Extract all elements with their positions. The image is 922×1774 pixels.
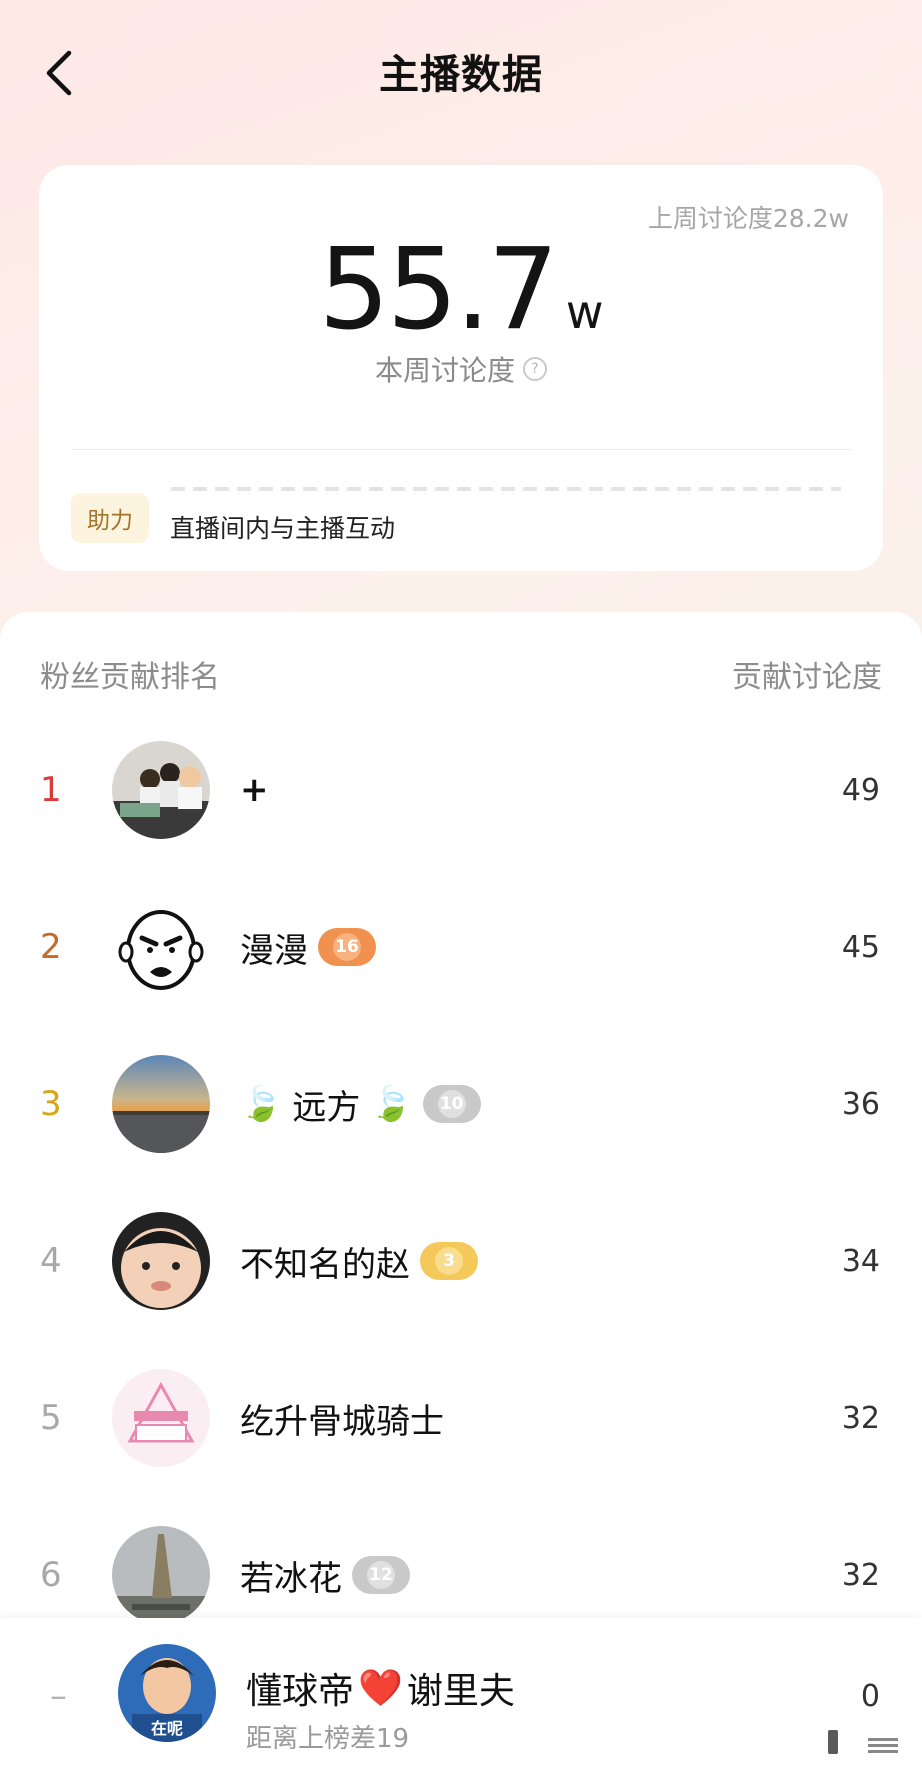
rank-number: 5 bbox=[40, 1398, 62, 1438]
avatar[interactable] bbox=[112, 1369, 210, 1467]
my-avatar[interactable]: 在呢 bbox=[118, 1644, 216, 1742]
avatar[interactable] bbox=[112, 741, 210, 839]
leaf-icon: 🍃 bbox=[240, 1084, 283, 1124]
fan-name-text: 远方 bbox=[292, 1087, 361, 1128]
fan-name: 不知名的赵 3 bbox=[240, 1201, 478, 1321]
fan-name: 纥升骨城骑士 bbox=[240, 1358, 444, 1478]
ranking-row[interactable]: 1 + 49 bbox=[0, 730, 922, 850]
ranking-row[interactable]: 2 漫漫 16 45 bbox=[0, 887, 922, 1007]
rank-number: 3 bbox=[40, 1084, 62, 1124]
divider bbox=[71, 449, 851, 450]
rank-number: 1 bbox=[40, 770, 62, 810]
discussion-unit: w bbox=[565, 285, 604, 339]
contribution-value: 34 bbox=[841, 1243, 880, 1279]
avatar-caption: 在呢 bbox=[151, 1719, 183, 1738]
contribution-value: 36 bbox=[841, 1086, 880, 1122]
scrolling-text-fragment bbox=[171, 487, 841, 491]
fan-name-text: 纥升骨城骑士 bbox=[240, 1401, 444, 1442]
my-rank: – bbox=[50, 1676, 67, 1716]
fan-name: + bbox=[240, 730, 269, 850]
my-name-part: 懂球帝 bbox=[246, 1671, 355, 1712]
rank-number: 4 bbox=[40, 1241, 62, 1281]
contribution-value: 45 bbox=[841, 929, 880, 965]
discussion-value: 55.7 bbox=[318, 225, 559, 355]
this-week-label: 本周讨论度 bbox=[374, 354, 515, 387]
fan-name-text: 若冰花 bbox=[240, 1558, 342, 1599]
gap-to-rank: 距离上榜差19 bbox=[246, 1724, 410, 1754]
this-week-label-wrap: 本周讨论度 ? bbox=[39, 349, 883, 389]
heart-icon: ❤️ bbox=[358, 1668, 403, 1709]
summary-card: 上周讨论度28.2w 55.7 w 本周讨论度 ? 助力 直播间内与主播互动 bbox=[39, 165, 883, 571]
rank-number: 2 bbox=[40, 927, 62, 967]
fan-name: 🍃 远方 🍃 10 bbox=[240, 1044, 481, 1164]
leaf-icon: 🍃 bbox=[370, 1084, 413, 1124]
my-name-part: 谢里夫 bbox=[406, 1671, 515, 1712]
ranking-row[interactable]: 4 不知名的赵 3 34 bbox=[0, 1201, 922, 1321]
level-number: 10 bbox=[437, 1090, 466, 1118]
ranking-row[interactable]: 3 🍃 远方 🍃 10 36 bbox=[0, 1044, 922, 1164]
level-badge: 3 bbox=[420, 1242, 478, 1280]
fan-name-text: 不知名的赵 bbox=[240, 1244, 410, 1285]
watermark-icon bbox=[828, 1728, 898, 1762]
boost-tag: 助力 bbox=[71, 493, 149, 543]
fan-ranking-panel: 粉丝贡献排名 贡献讨论度 1 + 49 2 漫漫 16 45 3 🍃 远方 🍃 … bbox=[0, 612, 922, 1774]
fan-name-text: 漫漫 bbox=[240, 930, 308, 971]
boost-tip: 直播间内与主播互动 bbox=[170, 514, 396, 543]
ranking-header-right: 贡献讨论度 bbox=[732, 660, 882, 695]
contribution-value: 32 bbox=[841, 1557, 880, 1593]
avatar[interactable] bbox=[112, 898, 210, 996]
ranking-row[interactable]: 5 纥升骨城骑士 32 bbox=[0, 1358, 922, 1478]
rank-number: 6 bbox=[40, 1555, 62, 1595]
header: 主播数据 bbox=[0, 0, 922, 140]
level-badge: 10 bbox=[422, 1085, 481, 1123]
fan-name-text: + bbox=[240, 770, 269, 810]
level-number: 16 bbox=[333, 933, 361, 961]
level-number: 3 bbox=[435, 1247, 463, 1275]
level-badge: 12 bbox=[352, 1556, 410, 1594]
contribution-value: 32 bbox=[841, 1400, 880, 1436]
my-name: 懂球帝 ❤️ 谢里夫 bbox=[246, 1662, 515, 1714]
page-title: 主播数据 bbox=[379, 52, 543, 98]
avatar[interactable] bbox=[112, 1212, 210, 1310]
level-badge: 16 bbox=[318, 928, 376, 966]
avatar[interactable] bbox=[112, 1526, 210, 1624]
ranking-row[interactable]: 6 若冰花 12 32 bbox=[0, 1515, 922, 1635]
fan-name: 漫漫 16 bbox=[240, 887, 376, 1007]
ranking-header-left: 粉丝贡献排名 bbox=[40, 660, 220, 695]
level-number: 12 bbox=[367, 1561, 395, 1589]
contribution-value: 49 bbox=[841, 772, 880, 808]
avatar[interactable] bbox=[112, 1055, 210, 1153]
question-circle-icon[interactable]: ? bbox=[523, 357, 547, 381]
my-rank-bar[interactable]: – 在呢 懂球帝 ❤️ 谢里夫 距离上榜差19 0 bbox=[0, 1618, 922, 1774]
fan-name: 若冰花 12 bbox=[240, 1515, 410, 1635]
this-week-value: 55.7 w bbox=[39, 225, 883, 355]
